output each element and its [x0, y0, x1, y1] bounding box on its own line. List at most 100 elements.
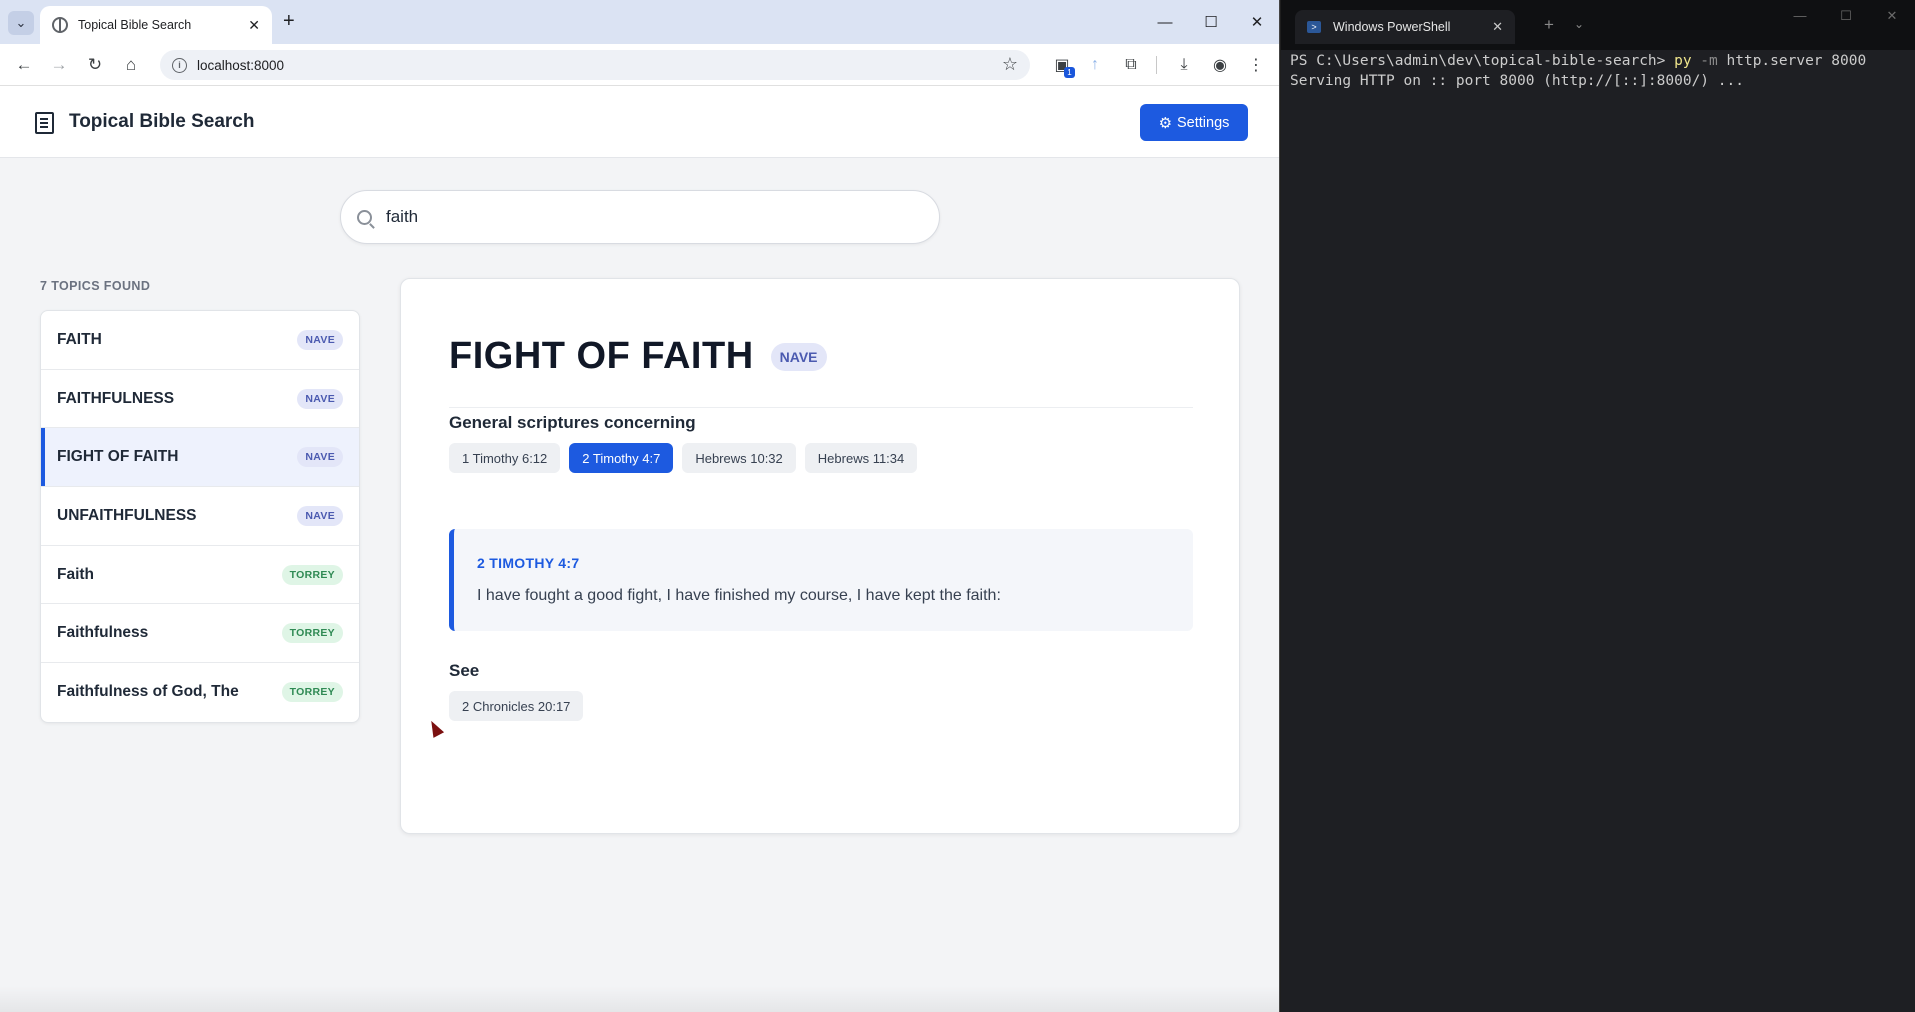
powershell-icon: > — [1307, 21, 1321, 33]
minimize-button[interactable]: — — [1142, 0, 1188, 44]
source-badge: NAVE — [297, 388, 343, 409]
extension-icon[interactable]: ▣ 1 — [1049, 52, 1075, 78]
window-controls: — ☐ ✕ — [1142, 0, 1279, 44]
reference-chips: 2 Chronicles 20:17 — [449, 691, 584, 721]
topic-name: Faithfulness of God, The — [57, 683, 239, 701]
reference-chip[interactable]: 2 Chronicles 20:17 — [449, 691, 584, 721]
terminal-tab-bar: > Windows PowerShell ✕ + ⌄ — ☐ ✕ — [1281, 0, 1915, 50]
topic-name: FIGHT OF FAITH — [57, 448, 179, 466]
new-tab-button[interactable]: + — [1544, 15, 1554, 35]
topic-detail-card: FIGHT OF FAITH NAVE General scriptures c… — [400, 278, 1240, 834]
chevron-down-icon: ⌄ — [15, 15, 27, 30]
source-badge: NAVE — [297, 447, 343, 468]
search-icon — [357, 209, 372, 225]
topic-name: Faith — [57, 565, 95, 583]
book-icon — [35, 112, 54, 134]
command-args: http.server 8000 — [1717, 53, 1867, 69]
topic-item-faithfulness-of-god[interactable]: Faithfulness of God, The TORREY — [41, 663, 359, 722]
reference-chip[interactable]: Hebrews 10:32 — [682, 443, 796, 473]
chevron-down-icon[interactable]: ⌄ — [1574, 17, 1584, 31]
page-bottom-edge — [0, 986, 1279, 1012]
back-arrow-icon[interactable]: ← — [11, 52, 37, 78]
maximize-button[interactable]: ☐ — [1823, 8, 1869, 24]
profile-icon[interactable]: ◉ — [1207, 52, 1233, 78]
topic-item-unfaithfulness[interactable]: UNFAITHFULNESS NAVE — [41, 487, 359, 546]
close-window-button[interactable]: ✕ — [1869, 8, 1915, 24]
prompt: PS C:\Users\admin\dev\topical-bible-sear… — [1290, 53, 1675, 69]
tab-title: Topical Bible Search — [78, 18, 192, 32]
topic-name: Faithfulness — [57, 624, 149, 642]
source-badge: TORREY — [281, 564, 343, 585]
command-name: py — [1674, 53, 1692, 69]
forward-arrow-icon[interactable]: → — [46, 52, 72, 78]
info-icon[interactable]: i — [172, 57, 187, 73]
reference-chip-active[interactable]: 2 Timothy 4:7 — [569, 443, 674, 473]
topic-name: FAITHFULNESS — [57, 389, 175, 407]
section-heading: See — [449, 661, 480, 680]
topic-name: FAITH — [57, 330, 102, 348]
verse-panel: 2 TIMOTHY 4:7 I have fought a good fight… — [449, 529, 1193, 631]
section-heading: General scriptures concerning — [449, 413, 696, 432]
command-line: PS C:\Users\admin\dev\topical-bible-sear… — [1290, 52, 1866, 72]
menu-kebab-icon[interactable]: ⋮ — [1243, 52, 1269, 78]
search-input[interactable] — [386, 207, 906, 227]
topic-item-faithfulness-torrey[interactable]: Faithfulness TORREY — [41, 604, 359, 664]
topic-item-fight-of-faith[interactable]: FIGHT OF FAITH NAVE — [41, 428, 359, 488]
powershell-window: > Windows PowerShell ✕ + ⌄ — ☐ ✕ PS C:\U… — [1281, 0, 1915, 1012]
topic-item-faith-torrey[interactable]: Faith TORREY — [41, 546, 359, 605]
terminal-tab-title: Windows PowerShell — [1333, 20, 1451, 34]
reference-chip[interactable]: Hebrews 11:34 — [804, 443, 918, 473]
address-bar[interactable]: i localhost:8000 ☆ — [160, 50, 1030, 80]
detail-source-badge: NAVE — [770, 342, 827, 371]
toolbar-divider — [1156, 56, 1157, 74]
search-box[interactable] — [340, 190, 940, 244]
puzzle-icon[interactable]: ⧉ — [1118, 52, 1144, 78]
app-header: Topical Bible Search ⚙ Settings — [0, 86, 1279, 158]
topic-name: UNFAITHFULNESS — [57, 506, 197, 524]
source-badge: TORREY — [281, 623, 343, 644]
globe-icon — [52, 17, 68, 33]
browser-toolbar: ← → ↻ ⌂ i localhost:8000 ☆ ▣ 1 ↑ ⧉ ⤓ ◉ ⋮ — [0, 44, 1279, 86]
detail-title: FIGHT OF FAITH — [449, 335, 754, 377]
page-viewport: Topical Bible Search ⚙ Settings 7 TOPICS… — [0, 86, 1279, 1012]
verse-reference: 2 TIMOTHY 4:7 — [477, 555, 580, 571]
browser-tab[interactable]: Topical Bible Search ✕ — [40, 6, 272, 44]
tab-search-button[interactable]: ⌄ — [8, 11, 34, 35]
upload-arrow-icon[interactable]: ↑ — [1082, 52, 1108, 78]
close-window-button[interactable]: ✕ — [1234, 0, 1279, 44]
close-icon[interactable]: ✕ — [1492, 19, 1503, 35]
source-badge: NAVE — [297, 329, 343, 350]
app-title: Topical Bible Search — [69, 111, 255, 132]
bookmark-star-icon[interactable]: ☆ — [1002, 54, 1018, 75]
reference-chips: 1 Timothy 6:12 2 Timothy 4:7 Hebrews 10:… — [449, 443, 918, 473]
home-icon[interactable]: ⌂ — [118, 52, 144, 78]
url-text: localhost:8000 — [197, 57, 285, 73]
reload-icon[interactable]: ↻ — [82, 52, 108, 78]
download-icon[interactable]: ⤓ — [1171, 52, 1197, 78]
new-tab-button[interactable]: + — [283, 10, 295, 33]
terminal-output[interactable]: PS C:\Users\admin\dev\topical-bible-sear… — [1290, 52, 1866, 91]
settings-label: Settings — [1177, 114, 1230, 131]
verse-text: I have fought a good fight, I have finis… — [477, 587, 1001, 604]
divider — [449, 407, 1193, 408]
source-badge: NAVE — [297, 505, 343, 526]
minimize-button[interactable]: — — [1777, 8, 1823, 24]
topic-item-faith[interactable]: FAITH NAVE — [41, 311, 359, 370]
maximize-button[interactable]: ☐ — [1188, 0, 1234, 44]
terminal-window-controls: — ☐ ✕ — [1777, 8, 1915, 24]
settings-button[interactable]: ⚙ Settings — [1140, 104, 1248, 141]
extension-badge: 1 — [1064, 67, 1075, 78]
reference-chip[interactable]: 1 Timothy 6:12 — [449, 443, 561, 473]
command-flag: -m — [1691, 53, 1718, 69]
output-line: Serving HTTP on :: port 8000 (http://[::… — [1290, 72, 1744, 89]
close-icon[interactable]: ✕ — [248, 17, 260, 34]
terminal-tab[interactable]: > Windows PowerShell ✕ — [1295, 10, 1515, 44]
browser-window: ⌄ Topical Bible Search ✕ + — ☐ ✕ ← → ↻ ⌂… — [0, 0, 1280, 1012]
results-count: 7 TOPICS FOUND — [40, 279, 151, 293]
topic-item-faithfulness[interactable]: FAITHFULNESS NAVE — [41, 370, 359, 429]
detail-header: FIGHT OF FAITH NAVE — [449, 335, 827, 378]
gear-icon: ⚙ — [1158, 114, 1173, 132]
source-badge: TORREY — [281, 682, 343, 703]
topic-list: FAITH NAVE FAITHFULNESS NAVE FIGHT OF FA… — [40, 310, 360, 723]
tab-strip: ⌄ Topical Bible Search ✕ + — ☐ ✕ — [0, 0, 1279, 44]
